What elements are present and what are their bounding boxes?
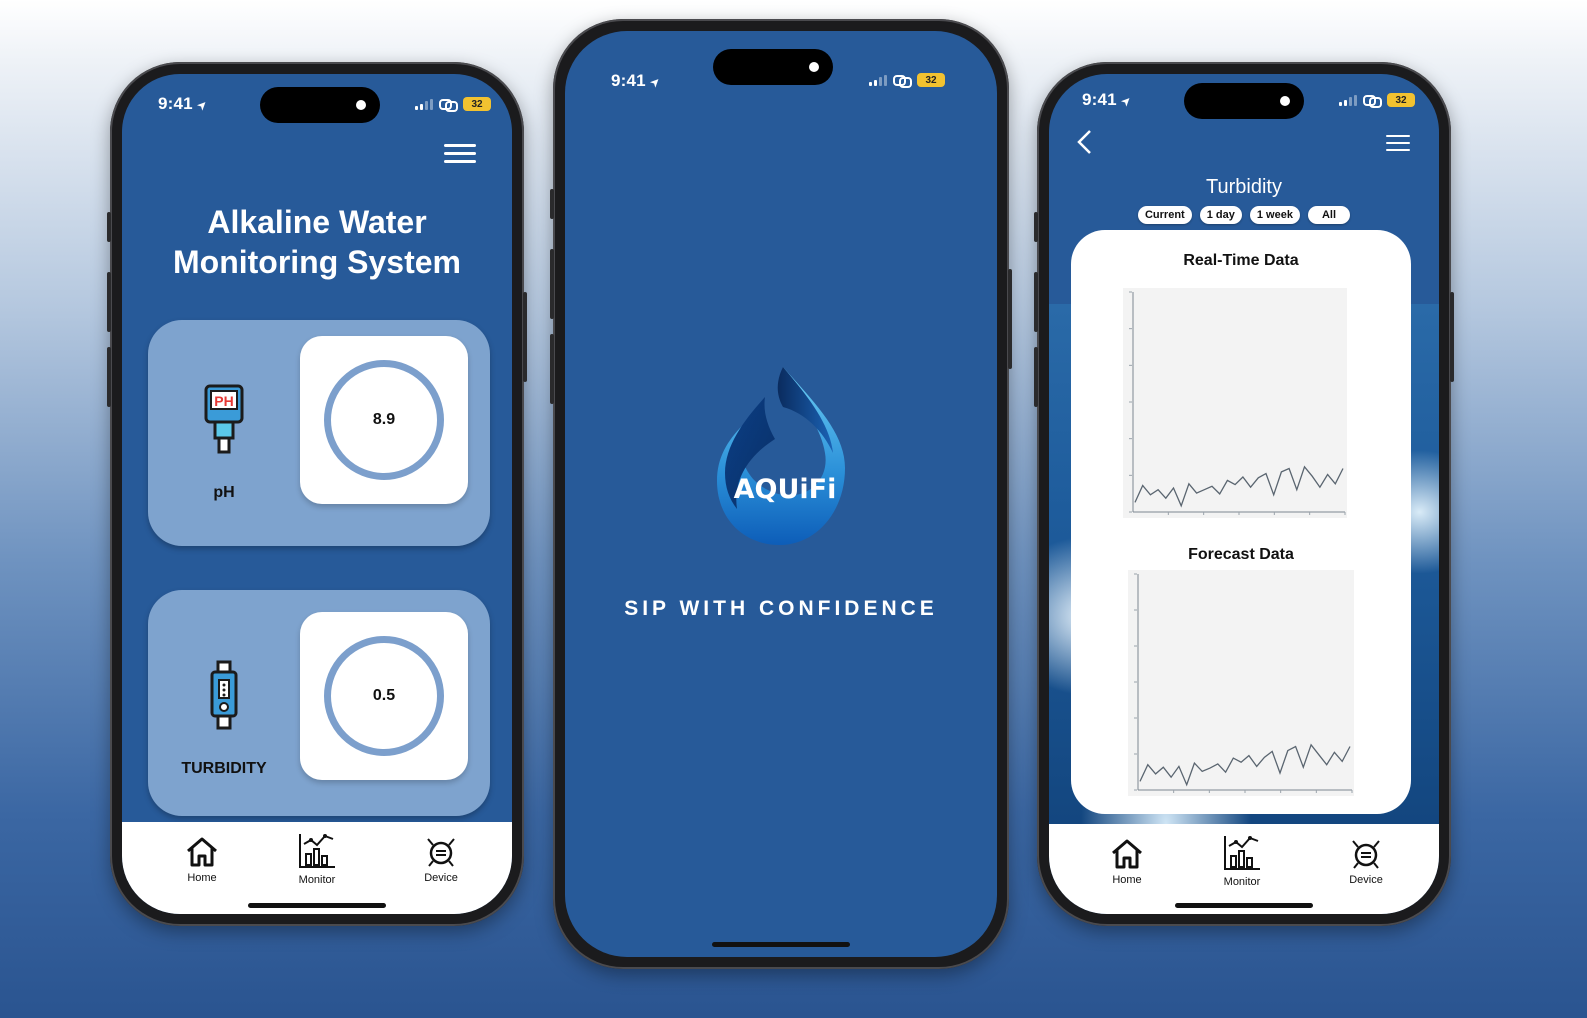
monitor-screen: 9:41➤ 32 Turbidity Current 1 day 1 week … <box>1049 74 1439 914</box>
hamburger-menu-icon[interactable] <box>444 144 476 168</box>
home-icon <box>1112 839 1142 869</box>
forecast-title: Forecast Data <box>1188 546 1294 563</box>
nav-home-label: Home <box>1112 874 1142 886</box>
turbidity-label: TURBIDITY <box>181 760 267 777</box>
turbidity-value: 0.5 <box>324 636 444 756</box>
bottom-nav: Home Monitor Device <box>1049 824 1439 914</box>
forecast-chart <box>1128 570 1354 796</box>
logo-text: AQUiFi <box>734 474 837 505</box>
time-filter-group: Current 1 day 1 week All <box>1049 206 1439 224</box>
turbidity-card[interactable]: TURBIDITY 0.5 <box>148 590 490 816</box>
home-screen: 9:41➤ 32 Alkaline Water Monitoring Syste… <box>122 74 512 914</box>
status-time: 9:41➤ <box>611 71 664 91</box>
nav-device[interactable]: Device <box>401 836 481 884</box>
turbidity-gauge: 0.5 <box>300 612 468 780</box>
tagline: SIP WITH CONFIDENCE <box>624 597 938 620</box>
filter-all[interactable]: All <box>1307 206 1351 224</box>
filter-current[interactable]: Current <box>1137 206 1192 224</box>
signal-icon <box>415 98 433 110</box>
page-title: Turbidity <box>1206 176 1282 198</box>
signal-icon <box>1339 94 1357 106</box>
nav-device-label: Device <box>424 872 458 884</box>
nav-home[interactable]: Home <box>1087 838 1167 886</box>
monitor-chart-icon <box>299 834 335 868</box>
nav-device-label: Device <box>1349 874 1383 886</box>
data-series-line <box>1134 465 1344 508</box>
link-icon <box>893 74 912 88</box>
status-time: 9:41➤ <box>158 94 211 114</box>
bottom-nav: Home Monitor Device <box>122 822 512 914</box>
status-time: 9:41➤ <box>1082 90 1135 110</box>
status-bar: 9:41➤ 32 <box>565 31 997 91</box>
home-indicator <box>248 903 386 908</box>
phone-splash: 9:41➤ 32 AQUiFi SIP WITH CONFIDENCE <box>550 19 1012 969</box>
aquifi-logo: AQUiFi <box>717 367 845 545</box>
ph-card[interactable]: PH pH 8.9 <box>148 320 490 546</box>
battery-icon: 32 <box>1387 93 1415 107</box>
splash-screen: 9:41➤ 32 AQUiFi SIP WITH CONFIDENCE <box>565 31 997 957</box>
charts-card: Real-Time Data Forecast Data <box>1071 230 1411 814</box>
status-bar: 9:41➤ 32 <box>122 74 512 134</box>
back-chevron-icon[interactable] <box>1075 128 1095 156</box>
battery-icon: 32 <box>463 97 491 111</box>
nav-home[interactable]: Home <box>162 836 242 884</box>
page-title: Alkaline Water Monitoring System <box>172 204 461 280</box>
turbidity-sensor-icon <box>210 660 238 730</box>
device-sensor-icon <box>1352 840 1380 869</box>
filter-1-week[interactable]: 1 week <box>1249 206 1300 224</box>
ph-gauge: 8.9 <box>300 336 468 504</box>
home-indicator <box>1175 903 1313 908</box>
phone-home: 9:41➤ 32 Alkaline Water Monitoring Syste… <box>107 62 527 926</box>
phone-monitor: 9:41➤ 32 Turbidity Current 1 day 1 week … <box>1034 62 1454 926</box>
nav-device[interactable]: Device <box>1326 838 1406 886</box>
nav-monitor-label: Monitor <box>1223 876 1261 888</box>
status-bar: 9:41➤ 32 <box>1049 74 1439 134</box>
nav-monitor[interactable]: Monitor <box>277 832 357 886</box>
ph-meter-icon: PH <box>204 384 244 454</box>
nav-home-label: Home <box>187 872 217 884</box>
realtime-title: Real-Time Data <box>1183 252 1299 269</box>
hamburger-menu-icon[interactable] <box>1386 135 1410 156</box>
home-indicator <box>712 942 850 947</box>
svg-text:PH: PH <box>214 393 233 409</box>
ph-label: pH <box>213 484 235 501</box>
data-series-line <box>1139 743 1351 787</box>
battery-icon: 32 <box>917 73 945 87</box>
link-icon <box>1363 94 1382 108</box>
filter-1-day[interactable]: 1 day <box>1199 206 1242 224</box>
nav-monitor-label: Monitor <box>298 874 336 886</box>
realtime-chart <box>1123 288 1347 518</box>
ph-value: 8.9 <box>324 360 444 480</box>
monitor-chart-icon <box>1224 836 1260 870</box>
device-sensor-icon <box>427 838 455 867</box>
signal-icon <box>869 74 887 86</box>
nav-monitor[interactable]: Monitor <box>1202 834 1282 888</box>
link-icon <box>439 98 458 112</box>
home-icon <box>187 837 217 867</box>
